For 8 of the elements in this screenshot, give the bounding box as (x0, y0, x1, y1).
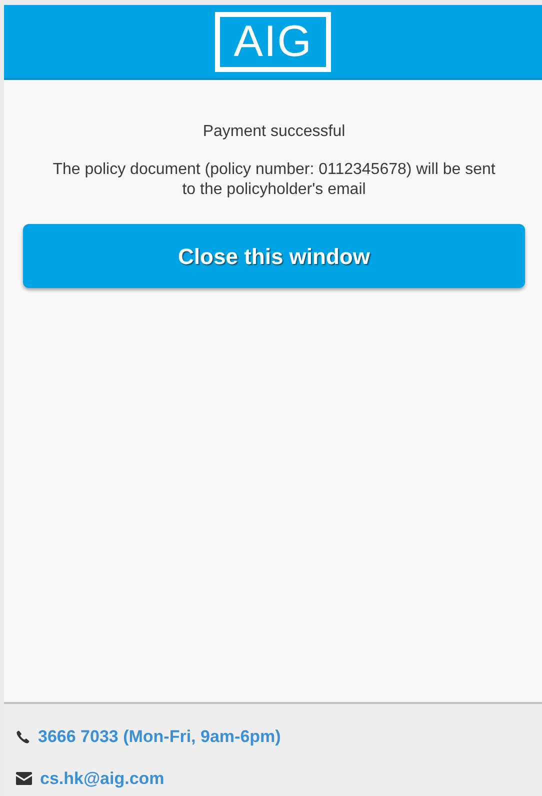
envelope-icon (16, 772, 32, 785)
phone-icon (16, 730, 30, 744)
message-text: The policy document (policy number: 0112345678) will be sent to the policyholder's email (52, 160, 496, 200)
phone-link[interactable]: 3666 7033 (Mon-Fri, 9am-6pm) (38, 724, 281, 750)
email-link[interactable]: cs.hk@aig.com (40, 766, 164, 791)
logo: AIG (214, 12, 332, 72)
close-button[interactable]: Close this window (23, 224, 525, 288)
status-text: Payment successful (202, 122, 346, 142)
